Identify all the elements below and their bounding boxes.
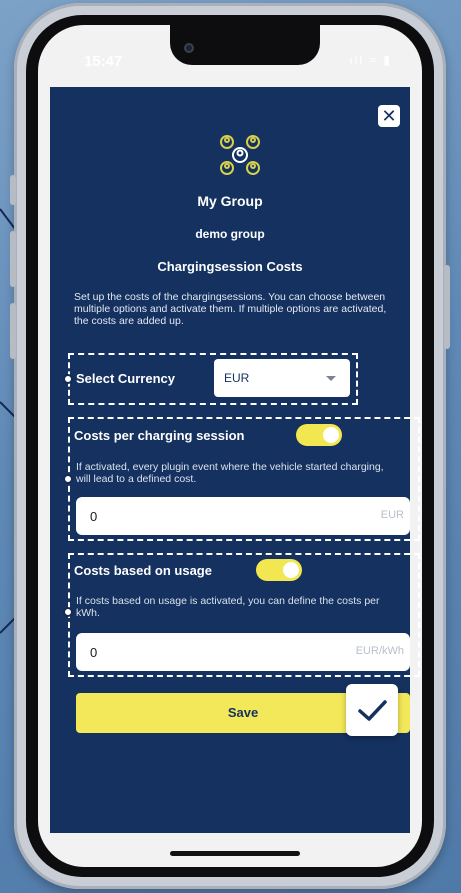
costs-modal: ✕ My Group demo group Chargingsession Co… — [50, 87, 420, 833]
usage-callout-dot — [63, 607, 73, 617]
toggle-knob — [323, 427, 339, 443]
usage-toggle[interactable] — [256, 559, 302, 581]
home-indicator — [170, 851, 300, 856]
usage-cost-input[interactable]: 0 EUR/kWh — [76, 633, 410, 671]
checkmark-icon — [346, 684, 398, 736]
group-subtitle: demo group — [195, 227, 265, 241]
intro-text: Set up the costs of the chargingsessions… — [74, 291, 387, 327]
per-session-help: If activated, every plugin event where t… — [76, 461, 384, 485]
group-name: My Group — [197, 193, 263, 209]
close-icon[interactable]: ✕ — [378, 105, 400, 127]
usage-label: Costs based on usage — [74, 563, 212, 578]
group-icon — [220, 135, 260, 175]
per-session-cost-input[interactable]: 0 EUR — [76, 497, 410, 535]
screen: 15:47 ıll ≈ ▮ ✕ My Group demo group Char… — [38, 25, 422, 867]
per-session-value: 0 — [90, 509, 98, 524]
usage-value: 0 — [90, 645, 98, 660]
phone-side-button — [10, 175, 16, 205]
per-session-unit: EUR — [380, 509, 404, 521]
phone-frame: 15:47 ıll ≈ ▮ ✕ My Group demo group Char… — [10, 3, 450, 889]
phone-power-button — [444, 265, 450, 349]
per-session-toggle[interactable] — [296, 424, 342, 446]
notch — [170, 25, 320, 65]
section-title: Chargingsession Costs — [157, 259, 303, 274]
toggle-knob — [283, 562, 299, 578]
currency-select[interactable]: EUR — [214, 359, 350, 397]
usage-unit: EUR/kWh — [355, 645, 404, 657]
camera-icon — [184, 43, 194, 53]
usage-help: If costs based on usage is activated, yo… — [76, 595, 380, 619]
currency-callout-dot — [63, 374, 73, 384]
phone-volume-up — [10, 231, 16, 287]
status-icons: ıll ≈ ▮ — [349, 53, 392, 67]
per-session-label: Costs per charging session — [74, 428, 245, 443]
chevron-down-icon — [326, 376, 336, 381]
phone-volume-down — [10, 303, 16, 359]
per-session-callout-dot — [63, 474, 73, 484]
currency-label: Select Currency — [76, 371, 175, 386]
currency-value: EUR — [224, 371, 250, 385]
checkmark-glyph — [358, 700, 387, 721]
status-time: 15:47 — [84, 53, 123, 70]
